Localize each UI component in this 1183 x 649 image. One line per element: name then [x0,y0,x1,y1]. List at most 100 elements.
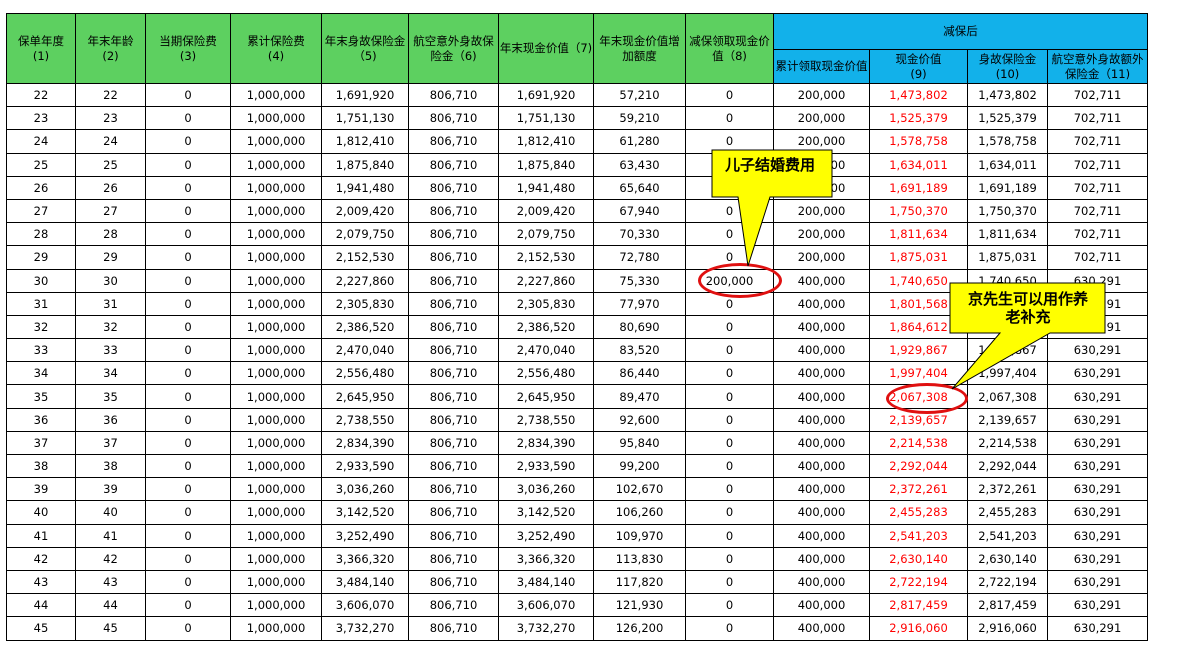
cell-cash-value-increase: 126,200 [593,616,686,641]
cell-cash-value-increase: 117,820 [593,569,686,595]
cell-after-cash-value: 1,473,802 [869,82,968,108]
cell-after-cash-value: 1,691,189 [869,175,968,200]
cell-cash-value: 2,933,590 [498,453,594,479]
header-cumulative-premium: 累计保险费 (4) [230,13,322,84]
cell-cash-value-increase: 72,780 [593,245,686,270]
cell-policy-year: 36 [6,407,76,432]
cell-after-air-benefit: 702,711 [1047,175,1148,200]
benefit-table: 保单年度 (1) 年末年龄 (2) 当期保险费 (3) 累计保险费 (4) 年末… [6,13,1148,641]
cell-withdrawal: 0 [685,361,774,386]
cell-cumulative-premium: 1,000,000 [230,384,322,409]
cell-age: 40 [75,500,146,525]
cell-after-air-benefit: 702,711 [1047,245,1148,270]
cell-after-cash-value: 2,372,261 [869,477,968,502]
cell-after-air-benefit: 702,711 [1047,82,1148,108]
table-row: 31 31 0 1,000,000 2,305,830 806,710 2,305,830 7… [6,291,1148,316]
cell-cash-value-increase: 65,640 [593,175,686,200]
cell-withdrawal: 0 [685,523,774,548]
cell-after-air-benefit: 630,291 [1047,430,1148,456]
table-row: 43 43 0 1,000,000 3,484,140 806,710 3,484,140 1… [6,569,1148,595]
cell-death-benefit: 3,252,490 [321,523,409,548]
cell-policy-year: 31 [6,291,76,316]
cell-premium: 0 [145,384,231,409]
table-row: 32 32 0 1,000,000 2,386,520 806,710 2,386,520 8… [6,314,1148,340]
cell-policy-year: 45 [6,616,76,641]
cell-premium: 0 [145,245,231,270]
cell-after-cash-value: 1,875,031 [869,245,968,270]
cell-after-air-benefit: 702,711 [1047,198,1148,224]
table-row: 38 38 0 1,000,000 2,933,590 806,710 2,933,590 9… [6,453,1148,479]
cell-premium: 0 [145,593,231,618]
cell-death-benefit: 3,036,260 [321,477,409,502]
cell-cash-value-increase: 109,970 [593,523,686,548]
cell-withdrawal: 0 [685,500,774,525]
cell-after-death-benefit: 2,630,140 [967,546,1048,571]
cell-air-benefit: 806,710 [408,291,499,316]
cell-cumulative-premium: 1,000,000 [230,82,322,108]
cell-death-benefit: 2,305,830 [321,291,409,316]
cell-death-benefit: 1,875,840 [321,152,409,177]
cell-policy-year: 22 [6,82,76,108]
cell-cumulative-withdrawal: 400,000 [773,453,870,479]
cell-cash-value-increase: 89,470 [593,384,686,409]
header-after-reduction: 减保后 [773,13,1148,50]
cell-age: 38 [75,453,146,479]
cell-cumulative-withdrawal: 200,000 [773,129,870,154]
cell-air-benefit: 806,710 [408,198,499,224]
cell-age: 39 [75,477,146,502]
cell-cumulative-withdrawal: 400,000 [773,593,870,618]
cell-cumulative-withdrawal: 200,000 [773,198,870,224]
cell-after-death-benefit: 1,473,802 [967,82,1048,108]
cell-after-cash-value: 1,997,404 [869,361,968,386]
cell-premium: 0 [145,407,231,432]
cell-cumulative-withdrawal: 400,000 [773,430,870,456]
cell-after-air-benefit: 630,291 [1047,616,1148,641]
cell-cumulative-premium: 1,000,000 [230,361,322,386]
cell-cumulative-withdrawal: 400,000 [773,616,870,641]
cell-premium: 0 [145,82,231,108]
header-withdrawal: 减保领取现金价值（8) [685,13,774,84]
cell-after-air-benefit: 630,291 [1047,523,1148,548]
cell-cash-value-increase: 57,210 [593,82,686,108]
cell-cash-value: 2,556,480 [498,361,594,386]
cell-death-benefit: 3,732,270 [321,616,409,641]
cell-air-benefit: 806,710 [408,222,499,247]
cell-cash-value: 2,009,420 [498,198,594,224]
cell-withdrawal: 0 [685,453,774,479]
cell-age: 37 [75,430,146,456]
cell-cumulative-premium: 1,000,000 [230,152,322,177]
cell-air-benefit: 806,710 [408,268,499,293]
cell-age: 45 [75,616,146,641]
cell-air-benefit: 806,710 [408,477,499,502]
header-cumulative-withdrawal: 累计领取现金价值 [773,49,870,84]
cell-premium: 0 [145,569,231,595]
cell-death-benefit: 2,227,860 [321,268,409,293]
cell-death-benefit: 2,079,750 [321,222,409,247]
cell-age: 31 [75,291,146,316]
cell-after-air-benefit: 702,711 [1047,129,1148,154]
cell-after-death-benefit: 1,525,379 [967,106,1048,131]
cell-cash-value-increase: 70,330 [593,222,686,247]
cell-age: 44 [75,593,146,618]
cell-policy-year: 26 [6,175,76,200]
table-row: 44 44 0 1,000,000 3,606,070 806,710 3,606,070 1… [6,593,1148,618]
cell-age: 33 [75,338,146,363]
cell-after-cash-value: 1,929,867 [869,338,968,363]
cell-withdrawal: 200,000 [685,268,774,293]
cell-after-death-benefit: 2,372,261 [967,477,1048,502]
cell-death-benefit: 2,152,530 [321,245,409,270]
cell-cumulative-premium: 1,000,000 [230,500,322,525]
cell-air-benefit: 806,710 [408,453,499,479]
cell-cash-value-increase: 63,430 [593,152,686,177]
cell-age: 43 [75,569,146,595]
cell-cumulative-withdrawal: 400,000 [773,500,870,525]
cell-policy-year: 23 [6,106,76,131]
table-row: 27 27 0 1,000,000 2,009,420 806,710 2,009,420 6… [6,198,1148,224]
header-after-air-benefit: 航空意外身故额外保险金（11) [1047,49,1148,84]
cell-premium: 0 [145,361,231,386]
table-row: 22 22 0 1,000,000 1,691,920 806,710 1,691,920 5… [6,82,1148,108]
cell-premium: 0 [145,453,231,479]
cell-death-benefit: 2,645,950 [321,384,409,409]
cell-premium: 0 [145,152,231,177]
cell-cumulative-premium: 1,000,000 [230,593,322,618]
